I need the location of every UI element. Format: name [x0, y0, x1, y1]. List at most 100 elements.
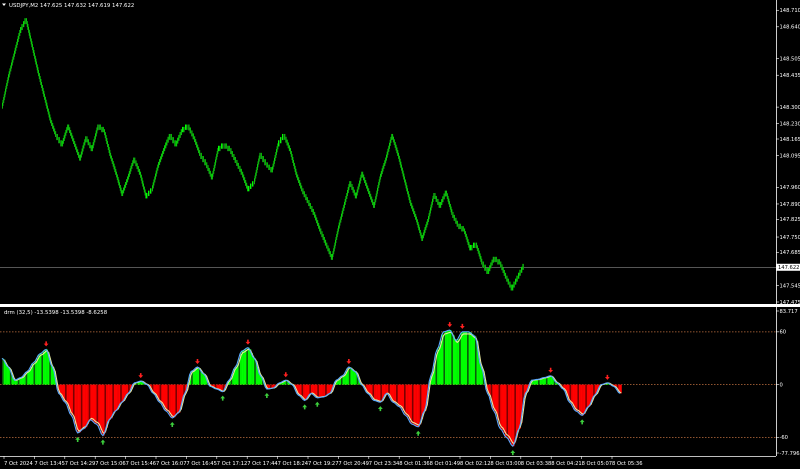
price-bar	[192, 133, 194, 140]
price-bar	[200, 152, 202, 160]
price-bar	[190, 127, 191, 134]
price-bar	[504, 270, 505, 276]
indicator-histogram-bar	[517, 384, 520, 432]
price-bar	[23, 21, 24, 28]
indicator-histogram-bar	[495, 384, 498, 414]
indicator-histogram-bar	[460, 333, 463, 385]
sell-arrow-icon	[548, 367, 554, 373]
price-bar	[303, 191, 305, 198]
price-bar	[250, 183, 252, 189]
price-bar	[148, 190, 150, 197]
price-bar	[232, 151, 233, 158]
price-bar	[173, 137, 174, 144]
price-bar	[350, 181, 352, 188]
indicator-histogram-bar	[506, 384, 509, 438]
indicator-histogram-bar	[87, 384, 89, 425]
indicator-histogram-bar	[246, 348, 249, 385]
price-bar	[443, 196, 444, 203]
indicator-histogram-bar	[241, 351, 244, 385]
indicator-axis: 83.717600-60-77.7965	[776, 307, 800, 456]
price-bar	[520, 269, 521, 276]
price-bar	[505, 272, 507, 279]
price-bar	[188, 124, 189, 131]
indicator-axis-label: 83.717	[780, 309, 798, 315]
indicator-histogram-bar	[317, 384, 320, 398]
price-bar	[207, 165, 209, 171]
price-bar	[462, 226, 464, 232]
price-bar	[209, 167, 210, 174]
time-axis-label: 7 Oct 15:46	[126, 461, 157, 467]
price-bar	[89, 142, 91, 149]
price-bar	[493, 256, 495, 263]
price-bar	[239, 165, 241, 172]
indicator-histogram-bar	[504, 384, 507, 436]
price-bar	[86, 136, 87, 143]
indicator-histogram-bar	[446, 330, 449, 385]
indicator-histogram-bar	[459, 336, 461, 385]
indicator-histogram-bar	[463, 331, 466, 385]
price-bar	[251, 183, 252, 189]
price-bar	[310, 203, 311, 210]
price-bar	[20, 27, 22, 34]
indicator-histogram-bar	[36, 358, 39, 385]
price-bar	[89, 142, 90, 149]
price-bar	[482, 261, 484, 268]
price-axis-label: 147.685	[780, 250, 800, 256]
price-bar	[492, 259, 493, 266]
price-bar	[355, 192, 357, 199]
price-bar	[172, 137, 174, 144]
sell-arrow-icon	[245, 339, 251, 345]
price-bar	[354, 189, 355, 196]
price-bar	[191, 130, 192, 137]
indicator-histogram-bar	[328, 384, 331, 394]
price-bar	[221, 143, 223, 149]
indicator-chart-area[interactable]: drm (32,5) -13.5398 -13.5398 -8.6258	[0, 307, 776, 456]
indicator-histogram-bar	[413, 384, 416, 425]
price-bar	[287, 139, 288, 146]
price-bar	[265, 159, 266, 166]
indicator-histogram-bar	[580, 384, 583, 415]
price-bar	[218, 145, 220, 152]
indicator-histogram-bar	[46, 349, 48, 385]
buy-arrow-icon	[314, 401, 320, 407]
indicator-histogram-bar	[311, 384, 313, 394]
price-bar	[204, 159, 206, 166]
indicator-histogram-bar	[112, 384, 115, 416]
buy-arrow-icon	[264, 392, 270, 398]
price-bar	[281, 137, 282, 144]
price-bar	[305, 194, 307, 201]
price-bar	[169, 133, 171, 140]
price-bar	[304, 191, 305, 198]
indicator-histogram-bar	[109, 384, 111, 420]
time-axis-label: 8 Oct 05:07	[582, 461, 613, 467]
indicator-histogram-bar	[173, 384, 176, 418]
indicator-histogram-bar	[575, 384, 578, 411]
indicator-histogram-bar	[473, 335, 476, 385]
price-bar	[321, 231, 323, 238]
indicator-histogram-bar	[438, 346, 441, 385]
indicator-histogram-bar	[33, 362, 36, 385]
price-axis-label: 147.750	[780, 235, 800, 241]
price-bar	[60, 140, 62, 147]
indicator-histogram-bar	[443, 331, 446, 385]
price-bar	[206, 162, 208, 169]
indicator-axis-label: 0	[780, 382, 783, 388]
price-chart-area[interactable]: USDJPY,M2 147.625 147.632 147.619 147.62…	[0, 0, 776, 304]
price-bar	[457, 220, 458, 227]
price-bar	[285, 136, 287, 143]
price-bar	[506, 275, 508, 282]
price-bar	[249, 185, 250, 192]
price-bar	[288, 142, 289, 149]
price-bar	[239, 165, 240, 172]
buy-arrow-icon	[377, 406, 383, 412]
chart-window[interactable]: USDJPY,M2 147.625 147.632 147.619 147.62…	[0, 0, 800, 469]
time-axis-label: 7 Oct 2024	[4, 461, 33, 467]
time-axis-label: 8 Oct 05:36	[612, 461, 643, 467]
indicator-histogram-bar	[107, 384, 110, 423]
indicator-histogram-bar	[120, 384, 123, 404]
price-bar	[289, 145, 291, 152]
price-bar	[453, 214, 455, 221]
price-bar	[138, 166, 139, 172]
price-bar	[151, 188, 152, 194]
price-bar	[325, 239, 327, 246]
